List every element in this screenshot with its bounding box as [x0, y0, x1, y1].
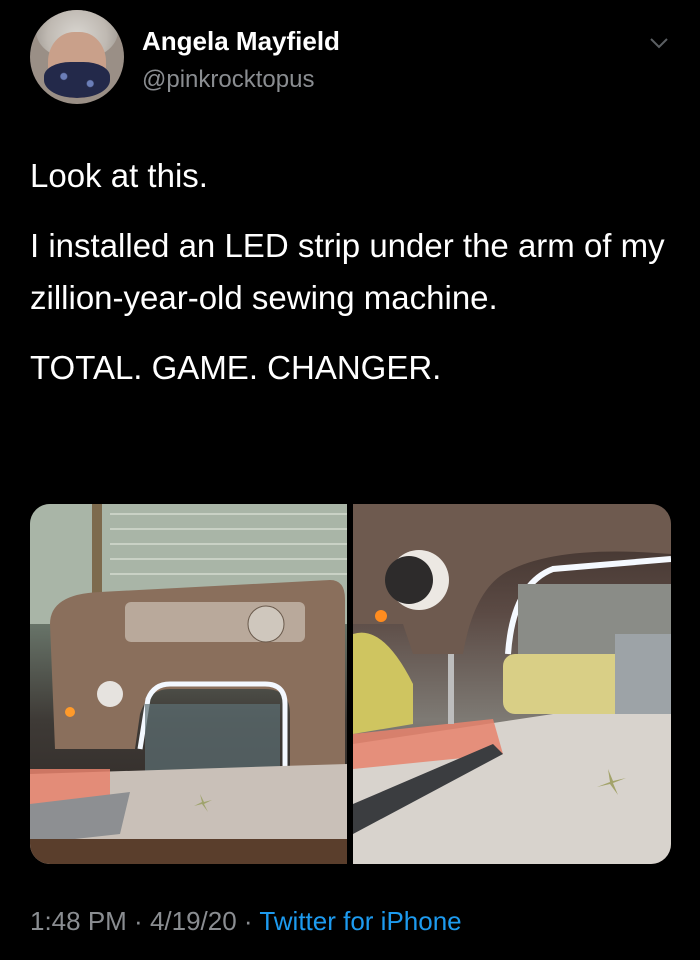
display-name[interactable]: Angela Mayfield [142, 26, 340, 57]
tweet-source-link[interactable]: Twitter for iPhone [259, 906, 461, 936]
chevron-down-icon[interactable] [648, 32, 670, 54]
tweet-paragraph: Look at this. [30, 157, 208, 194]
photo-sewing-machine-closeup[interactable] [353, 504, 671, 864]
avatar-mask [44, 62, 110, 98]
tweet-footer: 1:48 PM · 4/19/20 · Twitter for iPhone [30, 906, 462, 937]
avatar[interactable] [30, 10, 124, 104]
sewing-machine-closeup-illustration [353, 504, 671, 864]
tweet-header: Angela Mayfield @pinkrocktopus [30, 10, 670, 110]
tweet-media [30, 504, 671, 864]
photo-sewing-machine-front[interactable] [30, 504, 347, 864]
user-handle[interactable]: @pinkrocktopus [142, 66, 314, 94]
tweet-date[interactable]: 4/19/20 [150, 906, 237, 936]
tweet-paragraph: TOTAL. GAME. CHANGER. [30, 349, 442, 386]
sewing-machine-illustration [30, 504, 347, 864]
separator: · [236, 906, 260, 936]
separator: · [126, 906, 150, 936]
tweet-time[interactable]: 1:48 PM [30, 906, 127, 936]
tweet-text: Look at this. I installed an LED strip u… [30, 150, 670, 412]
tweet-paragraph: I installed an LED strip under the arm o… [30, 227, 665, 316]
